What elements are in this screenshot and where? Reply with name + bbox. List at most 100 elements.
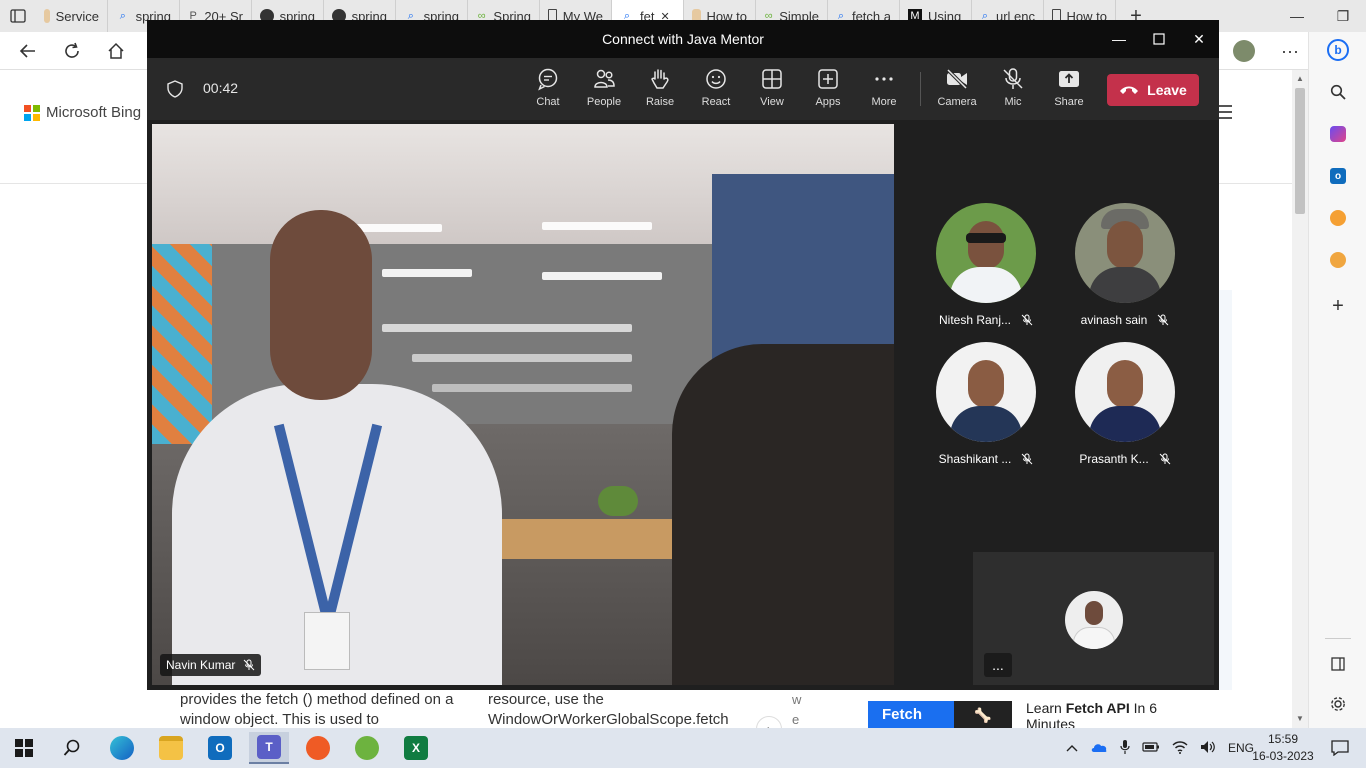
grid-view-icon <box>762 69 782 89</box>
shield-icon <box>167 80 183 98</box>
system-clock[interactable]: 15:59 16-03-2023 <box>1250 731 1316 765</box>
notifications-button[interactable] <box>1320 732 1360 764</box>
scroll-up-arrow-icon[interactable]: ▲ <box>1295 74 1305 84</box>
people-label: People <box>586 96 622 108</box>
participant-tile[interactable]: Nitesh Ranj... <box>916 203 1056 327</box>
camera-button[interactable]: Camera <box>929 67 985 115</box>
add-sidebar-app-icon[interactable]: + <box>1326 294 1350 318</box>
tools-icon[interactable] <box>1326 248 1350 272</box>
people-icon <box>594 69 615 88</box>
leave-button[interactable]: Leave <box>1107 74 1199 106</box>
react-label: React <box>701 96 731 108</box>
apps-label: Apps <box>815 96 841 108</box>
participant-tile[interactable]: Prasanth K... <box>1055 342 1195 466</box>
teams-icon: T <box>257 735 281 759</box>
video-thumbnail[interactable]: Fetch 🦴 <box>868 701 1012 729</box>
taskbar-outlook[interactable]: O <box>200 732 240 764</box>
teams-meeting-window: Connect with Java Mentor — ✕ 00:42 Chat … <box>147 20 1219 690</box>
bing-chat-icon[interactable]: b <box>1326 38 1350 62</box>
games-icon[interactable] <box>1326 206 1350 230</box>
battery-icon[interactable] <box>1142 741 1160 755</box>
meeting-timer: 00:42 <box>203 80 239 96</box>
scroll-down-arrow-icon[interactable]: ▼ <box>1295 714 1305 724</box>
people-button[interactable]: People <box>576 67 632 115</box>
participant-name: Nitesh Ranj... <box>938 313 1012 327</box>
onedrive-icon[interactable] <box>1090 741 1108 756</box>
excel-icon: X <box>404 736 428 760</box>
participant-tile[interactable]: Shashikant ... <box>916 342 1056 466</box>
volume-icon[interactable] <box>1200 740 1216 757</box>
taskbar-edge[interactable] <box>102 732 142 764</box>
chat-button[interactable]: Chat <box>520 67 576 115</box>
search-icon[interactable] <box>1326 80 1350 104</box>
taskbar-search-button[interactable] <box>52 732 92 764</box>
result-card-snippet[interactable]: resource, use the WindowOrWorkerGlobalSc… <box>472 690 762 728</box>
browser-restore-button[interactable]: ❐ <box>1320 0 1366 32</box>
teams-close-button[interactable]: ✕ <box>1179 20 1219 58</box>
browser-tab[interactable]: Service <box>36 0 108 32</box>
taskbar-spring-tool[interactable] <box>347 732 387 764</box>
taskbar-teams[interactable]: T <box>249 732 289 764</box>
participant-name: avinash sain <box>1080 313 1148 327</box>
chat-label: Chat <box>536 96 560 108</box>
teams-minimize-button[interactable]: — <box>1099 20 1139 58</box>
split-screen-icon[interactable] <box>1326 652 1350 676</box>
toolbar-separator <box>920 72 921 106</box>
leave-label: Leave <box>1147 82 1187 98</box>
microphone-icon[interactable] <box>1120 739 1130 758</box>
scroll-thumb[interactable] <box>1295 88 1305 214</box>
participant-tile[interactable]: avinash sain <box>1055 203 1195 327</box>
share-label: Share <box>1054 96 1084 108</box>
more-button[interactable]: More <box>856 67 912 115</box>
self-view-tile[interactable]: ... <box>973 552 1214 685</box>
self-view-more-button[interactable]: ... <box>984 653 1012 677</box>
react-button[interactable]: React <box>688 67 744 115</box>
search-icon: ⌕ <box>119 9 126 22</box>
raise-hand-button[interactable]: Raise <box>632 67 688 115</box>
main-speaker-video[interactable] <box>152 124 894 685</box>
speaker-name-tag: Navin Kumar <box>160 654 262 676</box>
view-button[interactable]: View <box>744 67 800 115</box>
avatar <box>936 203 1036 303</box>
wifi-icon[interactable] <box>1172 740 1188 757</box>
page-icon <box>44 9 50 23</box>
thumbnail-label: Fetch <box>882 706 923 723</box>
chevron-up-icon[interactable] <box>1066 741 1078 755</box>
office-icon[interactable] <box>1326 122 1350 146</box>
postman-icon <box>306 736 330 760</box>
raise-hand-icon <box>651 69 669 89</box>
windows-taskbar: O T X ENG 15:59 16-03-2023 <box>0 728 1366 768</box>
mic-off-icon <box>244 659 255 671</box>
mic-off-icon <box>1022 453 1033 465</box>
browser-minimize-button[interactable]: — <box>1274 0 1320 32</box>
result-card-snippet[interactable]: provides the fetch () method defined on … <box>164 690 454 728</box>
mic-button[interactable]: Mic <box>985 67 1041 115</box>
home-button[interactable] <box>102 38 130 64</box>
bone-icon: 🦴 <box>954 701 1012 729</box>
sidebar-settings-icon[interactable] <box>1326 692 1350 716</box>
profile-avatar[interactable] <box>1230 38 1258 64</box>
camera-label: Camera <box>937 96 977 108</box>
outlook-icon[interactable]: o <box>1326 164 1350 188</box>
refresh-button[interactable] <box>58 38 86 64</box>
taskbar-excel[interactable]: X <box>396 732 436 764</box>
bing-logo[interactable]: Microsoft Bing <box>24 104 141 121</box>
tab-actions-icon[interactable] <box>0 0 36 32</box>
settings-more-button[interactable]: ··· <box>1276 38 1304 64</box>
result-card-snippet[interactable]: w e <box>792 690 812 728</box>
taskbar-file-explorer[interactable] <box>151 732 191 764</box>
more-label: More <box>871 96 897 108</box>
back-button[interactable] <box>14 38 42 64</box>
share-button[interactable]: Share <box>1041 67 1097 115</box>
mic-off-icon <box>1003 68 1023 89</box>
clock-date: 16-03-2023 <box>1252 749 1314 763</box>
teams-maximize-button[interactable] <box>1139 20 1179 58</box>
apps-button[interactable]: Apps <box>800 67 856 115</box>
meeting-toolbar: 00:42 Chat People Raise React View Apps … <box>147 58 1219 120</box>
taskbar-postman[interactable] <box>298 732 338 764</box>
page-scrollbar[interactable]: ▲ ▼ <box>1292 70 1308 728</box>
windows-start-button[interactable] <box>4 732 44 764</box>
avatar <box>936 342 1036 442</box>
notification-icon <box>1331 740 1349 756</box>
more-dots-icon <box>875 77 893 81</box>
